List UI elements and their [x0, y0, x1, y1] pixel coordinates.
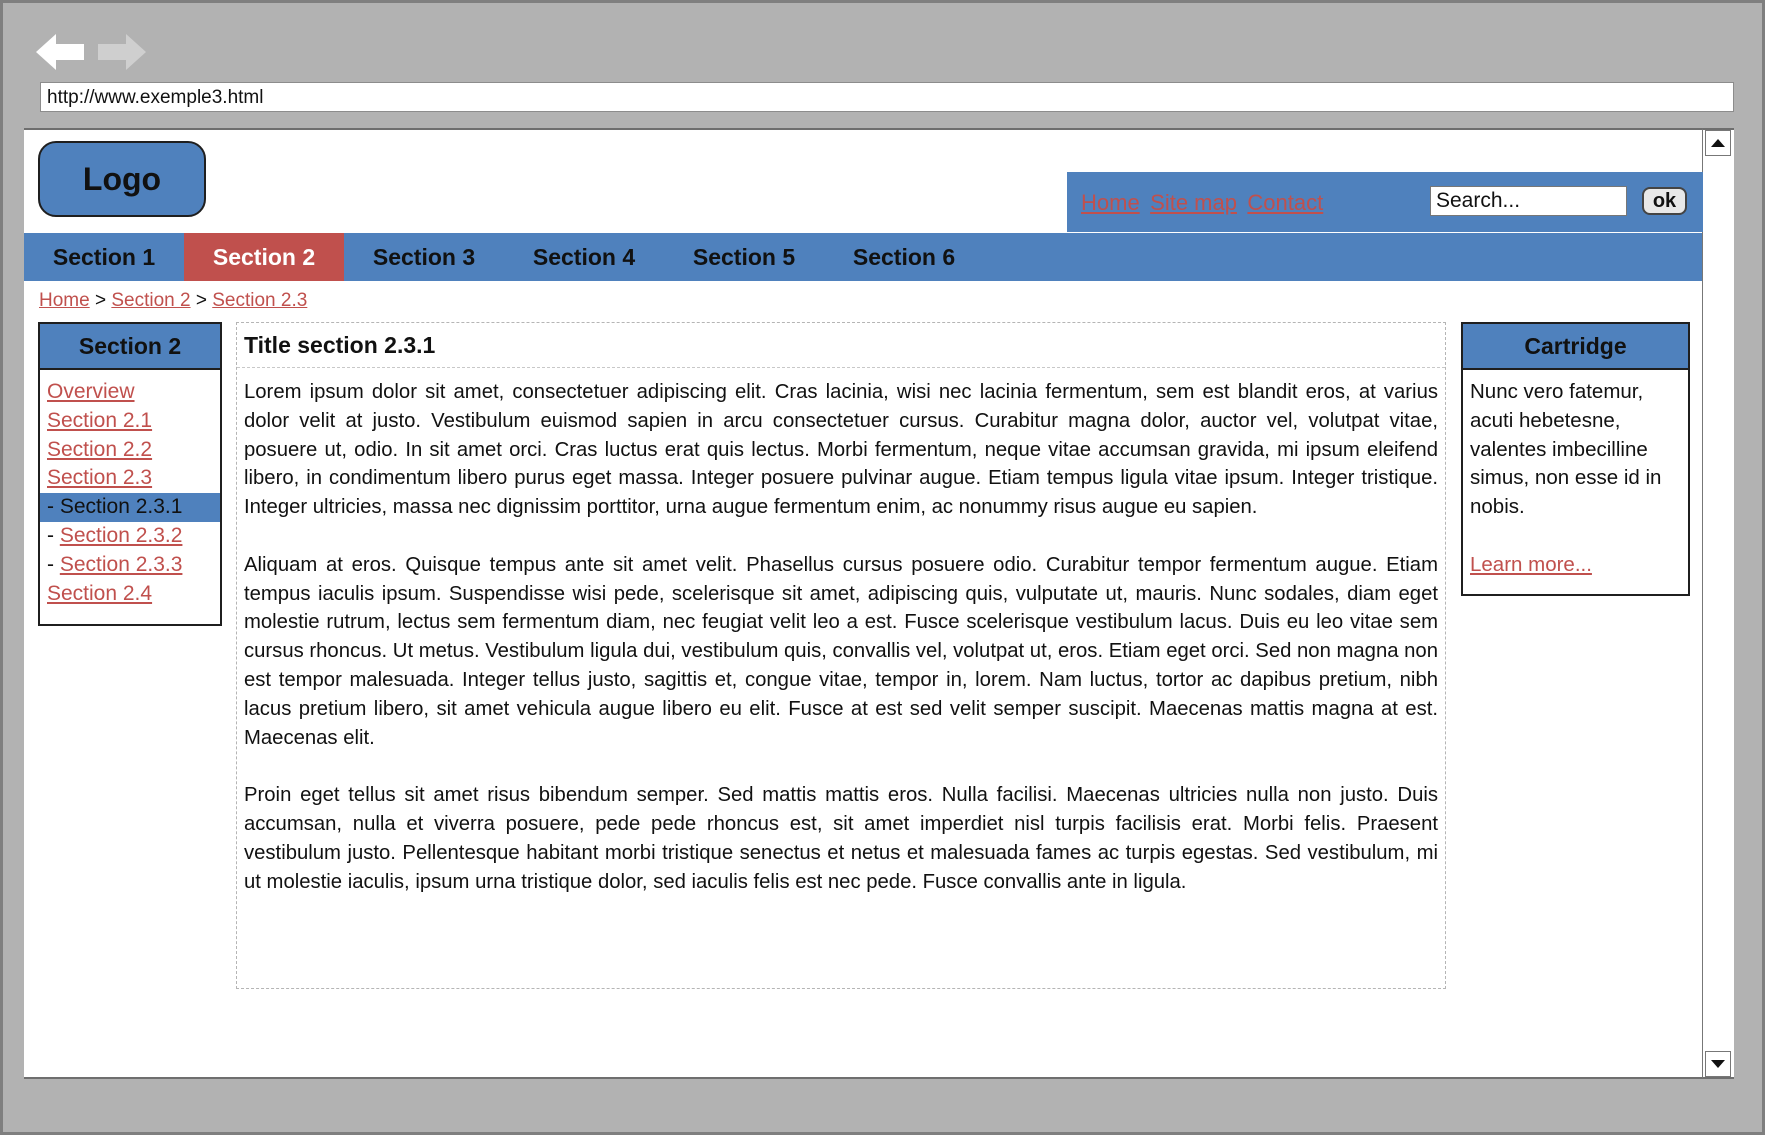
- main-content: Title section 2.3.1 Lorem ipsum dolor si…: [236, 322, 1446, 989]
- url-bar[interactable]: http://www.exemple3.html: [40, 82, 1734, 112]
- breadcrumb: Home > Section 2 > Section 2.3: [39, 290, 307, 312]
- top-links: Home Site map Contact: [1081, 190, 1329, 216]
- breadcrumb-separator: >: [195, 290, 213, 311]
- top-link-contact[interactable]: Contact: [1247, 190, 1323, 215]
- cartridge-text: Nunc vero fatemur, acuti hebetesne, vale…: [1470, 380, 1662, 519]
- tab-section-5[interactable]: Section 5: [664, 233, 824, 281]
- left-nav-prefix: -: [47, 523, 60, 547]
- scroll-down-button[interactable]: [1705, 1051, 1731, 1077]
- section-tabs: Section 1 Section 2 Section 3 Section 4 …: [24, 233, 1702, 281]
- left-nav-link[interactable]: Section 2.2: [47, 438, 152, 461]
- top-nav-bar: Home Site map Contact Search... ok: [1067, 172, 1703, 232]
- tab-section-6[interactable]: Section 6: [824, 233, 984, 281]
- status-bar: [22, 1079, 1737, 1121]
- tab-section-3[interactable]: Section 3: [344, 233, 504, 281]
- cartridge-title: Cartridge: [1463, 324, 1688, 370]
- left-nav-item-section-2-1[interactable]: Section 2.1: [40, 407, 220, 436]
- breadcrumb-section-2[interactable]: Section 2: [111, 290, 190, 311]
- ok-button[interactable]: ok: [1642, 187, 1687, 215]
- left-nav-item-section-2-2[interactable]: Section 2.2: [40, 436, 220, 465]
- tab-section-2[interactable]: Section 2: [184, 233, 344, 281]
- left-nav-link[interactable]: Section 2.3.2: [60, 524, 183, 547]
- top-link-home[interactable]: Home: [1081, 190, 1140, 215]
- vertical-scrollbar[interactable]: [1702, 128, 1734, 1079]
- content-paragraph: Lorem ipsum dolor sit amet, consectetuer…: [244, 381, 1438, 519]
- back-arrow-icon[interactable]: [36, 32, 88, 72]
- left-nav-prefix: -: [47, 552, 60, 576]
- left-nav-item-overview[interactable]: Overview: [40, 378, 220, 407]
- left-nav-item-section-2-4[interactable]: Section 2.4: [40, 580, 220, 609]
- content-paragraph: Aliquam at eros. Quisque tempus ante sit…: [244, 553, 1438, 749]
- scroll-up-button[interactable]: [1705, 130, 1731, 156]
- logo[interactable]: Logo: [38, 141, 206, 217]
- cartridge-body: Nunc vero fatemur, acuti hebetesne, vale…: [1463, 370, 1688, 588]
- left-nav-link[interactable]: Section 2.1: [47, 409, 152, 432]
- left-nav-item-section-2-3[interactable]: Section 2.3: [40, 464, 220, 493]
- breadcrumb-home[interactable]: Home: [39, 290, 90, 311]
- search-input[interactable]: Search...: [1430, 186, 1627, 216]
- left-nav-item-section-2-3-2[interactable]: - Section 2.3.2: [40, 522, 220, 551]
- breadcrumb-separator: >: [94, 290, 112, 311]
- left-nav-item-section-2-3-1[interactable]: - Section 2.3.1: [40, 493, 220, 522]
- content-body: Lorem ipsum dolor sit amet, consectetuer…: [237, 368, 1445, 896]
- left-nav-link[interactable]: Section 2.4: [47, 582, 152, 605]
- content-paragraph: Proin eget tellus sit amet risus bibendu…: [244, 784, 1438, 893]
- left-nav-link[interactable]: Section 2.3.3: [60, 553, 183, 576]
- triangle-up-icon: [1711, 139, 1725, 147]
- top-link-site-map[interactable]: Site map: [1150, 190, 1237, 215]
- left-nav-item-section-2-3-3[interactable]: - Section 2.3.3: [40, 551, 220, 580]
- triangle-down-icon: [1711, 1060, 1725, 1068]
- left-nav-prefix: -: [47, 495, 60, 519]
- left-nav-link[interactable]: Section 2.3: [47, 466, 152, 489]
- breadcrumb-section-2-3[interactable]: Section 2.3: [212, 290, 307, 311]
- page-title: Title section 2.3.1: [237, 323, 1445, 368]
- cartridge-box: Cartridge Nunc vero fatemur, acuti hebet…: [1461, 322, 1690, 596]
- left-nav-current: Section 2.3.1: [59, 495, 183, 519]
- left-nav-link[interactable]: Overview: [47, 380, 135, 403]
- left-nav: Section 2 Overview Section 2.1 Section 2…: [38, 322, 222, 626]
- learn-more-link[interactable]: Learn more...: [1470, 553, 1592, 576]
- tab-section-1[interactable]: Section 1: [24, 233, 184, 281]
- forward-arrow-icon[interactable]: [94, 32, 146, 72]
- tab-section-4[interactable]: Section 4: [504, 233, 664, 281]
- left-nav-title: Section 2: [40, 324, 220, 370]
